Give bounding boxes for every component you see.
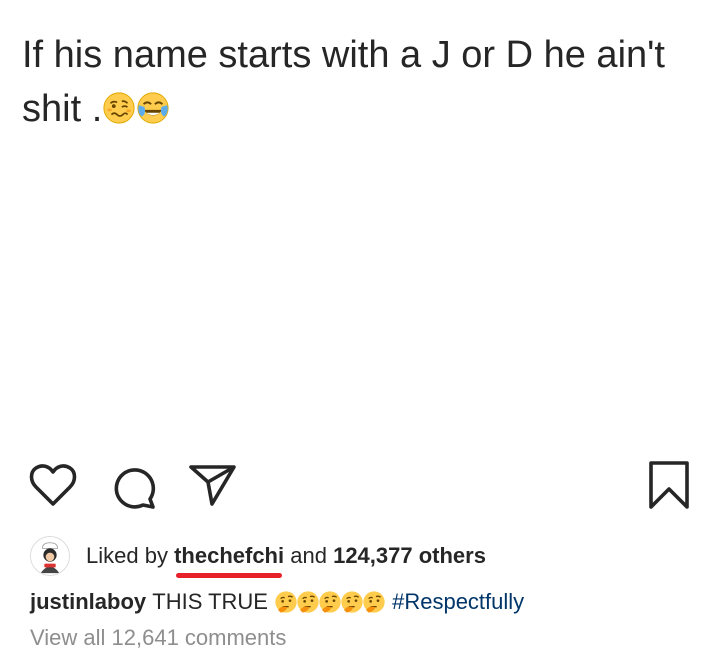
view-all-comments-link[interactable]: View all 12,641 comments [30, 625, 286, 651]
likes-prefix: Liked by [86, 543, 168, 568]
thinking-face-emoji-icon [318, 590, 342, 614]
heart-icon [29, 464, 77, 506]
woozy-face-emoji-icon [102, 86, 136, 124]
thinking-face-emoji-icon [362, 590, 386, 614]
liked-by-user-link[interactable]: thechefchi [174, 543, 285, 578]
paper-plane-icon [189, 465, 236, 506]
caption-username[interactable]: justinlaboy [30, 589, 146, 615]
likes-row: Liked by thechefchi and 124,377 others [30, 535, 710, 578]
share-button[interactable] [188, 462, 238, 513]
avatar[interactable] [30, 536, 70, 576]
red-underline-highlight [176, 573, 283, 578]
caption: justinlaboy THIS TRUE #Respectfully [30, 585, 710, 619]
comment-icon [114, 468, 156, 509]
bookmark-icon [649, 461, 689, 509]
thinking-face-emoji-icon [340, 590, 364, 614]
tears-of-joy-emoji-icon [136, 86, 170, 124]
like-button[interactable] [28, 462, 78, 513]
likes-conjunction: and [290, 543, 327, 568]
comment-button[interactable] [110, 464, 158, 515]
action-bar [0, 458, 720, 518]
post-text: If his name starts with a J or D he ain'… [22, 28, 702, 136]
thinking-face-emoji-icon [274, 590, 298, 614]
thinking-face-emoji-icon [296, 590, 320, 614]
hashtag-link[interactable]: #Respectfully [392, 589, 524, 615]
chef-avatar-icon [31, 537, 69, 575]
liked-by-username: thechefchi [174, 543, 285, 568]
caption-text: THIS TRUE [152, 589, 268, 614]
likes-count-link[interactable]: 124,377 others [333, 543, 486, 569]
save-button[interactable] [648, 460, 690, 515]
